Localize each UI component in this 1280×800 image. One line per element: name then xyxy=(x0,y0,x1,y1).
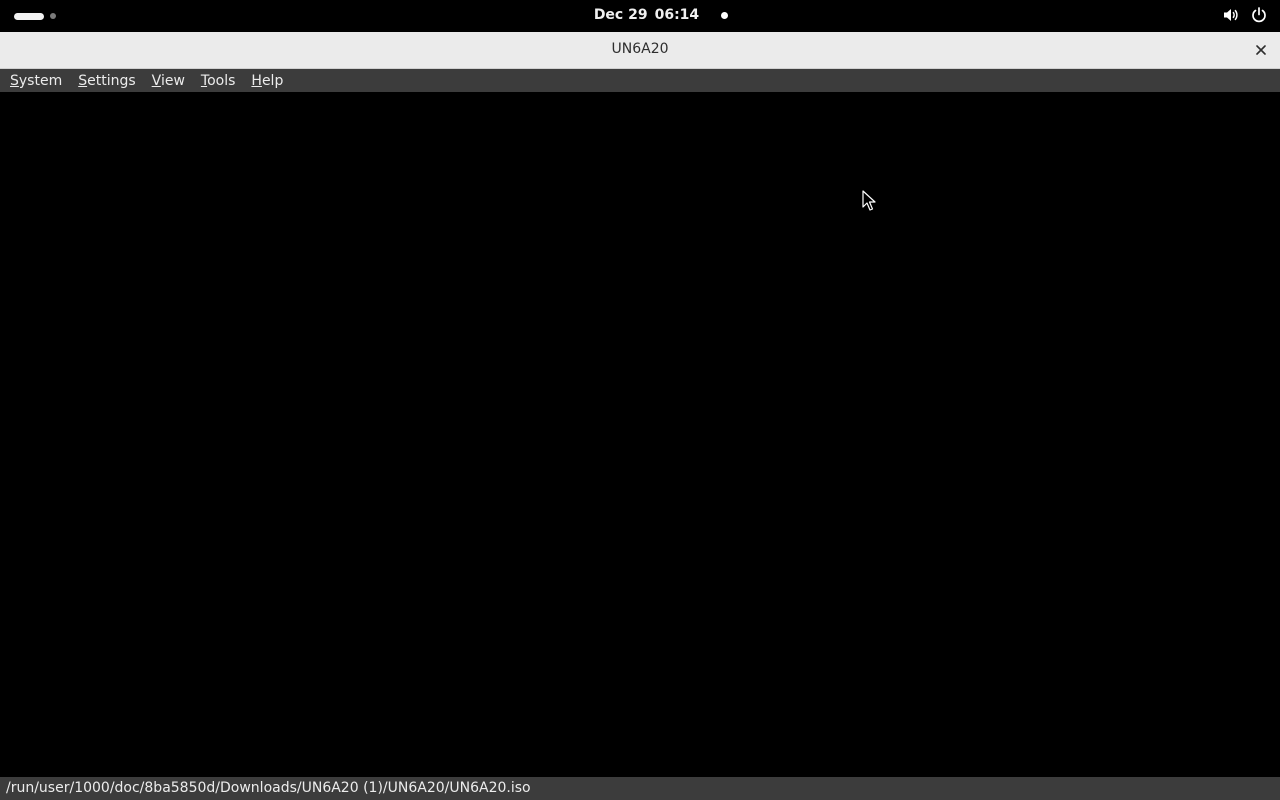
menu-bar: System Settings View Tools Help xyxy=(0,69,1280,92)
power-icon[interactable] xyxy=(1250,6,1268,24)
menu-view[interactable]: View xyxy=(152,73,191,89)
clock[interactable]: Dec 29 06:14 xyxy=(593,7,729,23)
emulator-display[interactable] xyxy=(0,92,1280,777)
window-title: UN6A20 xyxy=(611,41,669,57)
notification-dot-icon xyxy=(721,11,729,19)
clock-time: 06:14 xyxy=(654,7,700,23)
menu-help[interactable]: Help xyxy=(251,73,289,89)
clock-date: Dec 29 xyxy=(593,7,648,23)
activities-indicator[interactable] xyxy=(14,10,56,22)
menu-settings[interactable]: Settings xyxy=(78,73,141,89)
status-bar: /run/user/1000/doc/8ba5850d/Downloads/UN… xyxy=(0,777,1280,800)
workspace-indicator xyxy=(50,13,56,19)
menu-tools[interactable]: Tools xyxy=(201,73,242,89)
status-file-path: /run/user/1000/doc/8ba5850d/Downloads/UN… xyxy=(6,780,531,796)
menu-system[interactable]: System xyxy=(10,73,68,89)
close-icon[interactable] xyxy=(1252,41,1270,59)
volume-icon[interactable] xyxy=(1222,6,1240,24)
top-bar: Dec 29 06:14 xyxy=(0,0,1280,32)
workspace-active-indicator xyxy=(14,12,44,20)
mouse-pointer-icon xyxy=(862,190,876,216)
system-tray[interactable] xyxy=(1222,6,1268,24)
window-title-bar[interactable]: UN6A20 xyxy=(0,32,1280,69)
